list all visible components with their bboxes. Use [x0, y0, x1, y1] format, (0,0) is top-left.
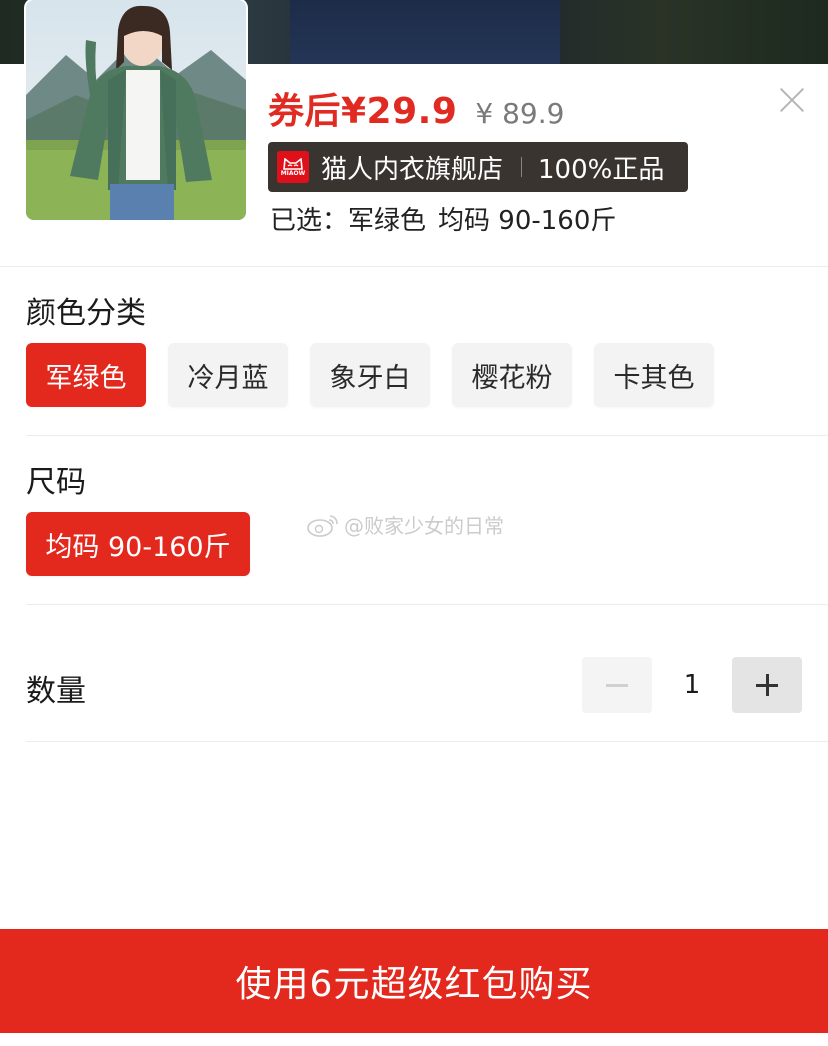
coupon-price: 券后¥29.9 [268, 91, 458, 132]
watermark-text: @败家少女的日常 [344, 514, 504, 538]
selected-color: 军绿色 [348, 206, 427, 236]
size-option-one-size[interactable]: 均码 90-160斤 [26, 512, 250, 576]
store-badge[interactable]: MIAOW 猫人内衣旗舰店 100%正品 [268, 142, 688, 192]
color-option-khaki[interactable]: 卡其色 [594, 343, 714, 407]
watermark: @败家少女的日常 [306, 510, 504, 539]
close-icon[interactable] [776, 84, 808, 116]
quantity-label: 数量 [26, 674, 86, 709]
quantity-value[interactable]: 1 [652, 657, 732, 713]
selected-summary: 已选：军绿色 均码 90-160斤 [270, 200, 616, 237]
color-option-ivory-white[interactable]: 象牙白 [310, 343, 430, 407]
color-section-title: 颜色分类 [26, 296, 146, 331]
size-section-title: 尺码 [26, 465, 86, 500]
store-name: 猫人内衣旗舰店 [321, 154, 504, 185]
divider [0, 266, 828, 267]
divider [26, 604, 828, 605]
original-price: ¥ 89.9 [475, 97, 565, 130]
background-product-image [290, 0, 560, 64]
product-thumbnail [26, 0, 246, 220]
selected-prefix: 已选： [270, 206, 349, 236]
color-option-moon-blue[interactable]: 冷月蓝 [168, 343, 288, 407]
authentic-tag: 100%正品 [538, 154, 665, 185]
color-option-sakura-pink[interactable]: 樱花粉 [452, 343, 572, 407]
divider [26, 741, 828, 742]
minus-icon [606, 683, 628, 687]
quantity-decrease-button[interactable] [582, 657, 652, 713]
quantity-increase-button[interactable] [732, 657, 802, 713]
cat-logo-icon: MIAOW [277, 151, 309, 183]
store-logo-text: MIAOW [280, 169, 306, 177]
price-row: 券后¥29.9 ¥ 89.9 [268, 82, 564, 132]
weibo-icon [307, 514, 338, 537]
buy-with-red-packet-button[interactable]: 使用6元超级红包购买 [0, 929, 828, 1033]
store-separator [521, 157, 523, 177]
selected-size: 均码 90-160斤 [438, 206, 617, 236]
divider [26, 435, 828, 436]
color-option-army-green[interactable]: 军绿色 [26, 343, 146, 407]
